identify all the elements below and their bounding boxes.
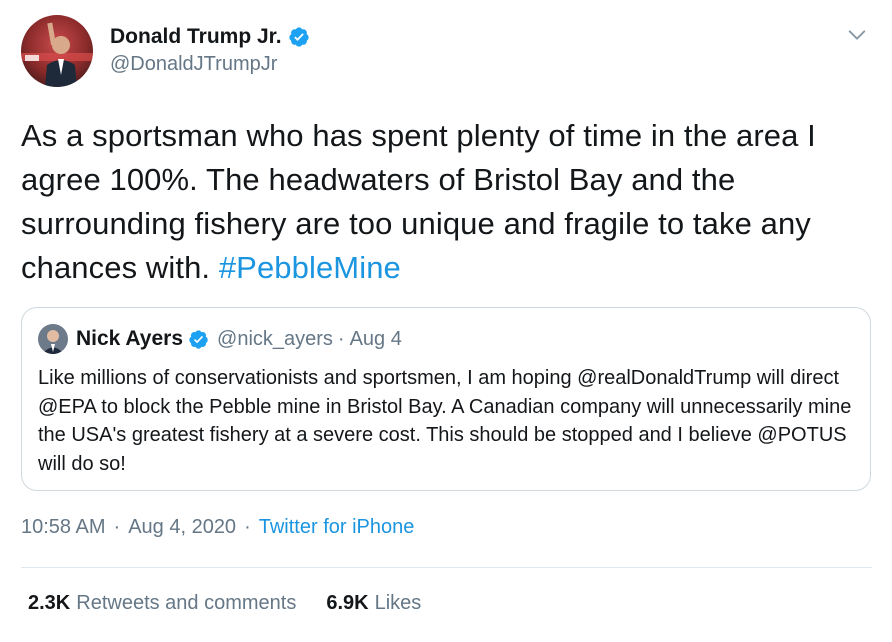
- hashtag-link[interactable]: #PebbleMine: [219, 250, 401, 285]
- divider: [21, 567, 872, 568]
- verified-badge-icon: [189, 329, 208, 349]
- tweet-source-link[interactable]: Twitter for iPhone: [259, 516, 415, 539]
- author-name[interactable]: Donald Trump Jr.: [110, 25, 282, 49]
- tweet-text: As a sportsman who has spent plenty of t…: [21, 114, 871, 290]
- retweets-and-comments-stat[interactable]: 2.3K Retweets and comments: [28, 592, 296, 615]
- tweet-card: Donald Trump Jr. @DonaldJTrumpJr As a sp…: [0, 0, 892, 642]
- verified-badge-icon: [288, 27, 309, 47]
- author-handle[interactable]: @DonaldJTrumpJr: [110, 53, 310, 76]
- chevron-down-icon[interactable]: [846, 24, 868, 46]
- likes-stat[interactable]: 6.9K Likes: [326, 592, 421, 615]
- tweet-body: As a sportsman who has spent plenty of t…: [21, 118, 816, 285]
- separator-dot: ·: [113, 516, 121, 538]
- author-avatar[interactable]: [21, 15, 93, 87]
- tweet-meta: 10:58 AM · Aug 4, 2020 · Twitter for iPh…: [21, 516, 414, 539]
- quoted-author-handle: @nick_ayers: [217, 327, 333, 350]
- separator-dot: ·: [244, 516, 251, 538]
- tweet-stats: 2.3K Retweets and comments 6.9K Likes: [28, 592, 421, 615]
- retweets-label: Retweets and comments: [76, 592, 297, 614]
- quoted-tweet-text: Like millions of conservationists and sp…: [38, 367, 852, 475]
- quoted-tweet[interactable]: Nick Ayers @nick_ayers · Aug 4 Like mill…: [21, 307, 871, 491]
- quoted-tweet-header: Nick Ayers @nick_ayers · Aug 4: [38, 324, 402, 354]
- likes-label: Likes: [374, 592, 422, 614]
- quoted-author-name: Nick Ayers: [76, 327, 184, 350]
- quoted-author-avatar: [38, 324, 68, 354]
- author-info: Donald Trump Jr. @DonaldJTrumpJr: [110, 23, 310, 76]
- separator-dot: ·: [337, 327, 345, 350]
- retweets-count: 2.3K: [28, 592, 71, 614]
- quoted-tweet-date: Aug 4: [349, 327, 402, 350]
- likes-count: 6.9K: [326, 592, 369, 614]
- tweet-time[interactable]: 10:58 AM: [21, 516, 106, 539]
- tweet-date[interactable]: Aug 4, 2020: [128, 516, 236, 539]
